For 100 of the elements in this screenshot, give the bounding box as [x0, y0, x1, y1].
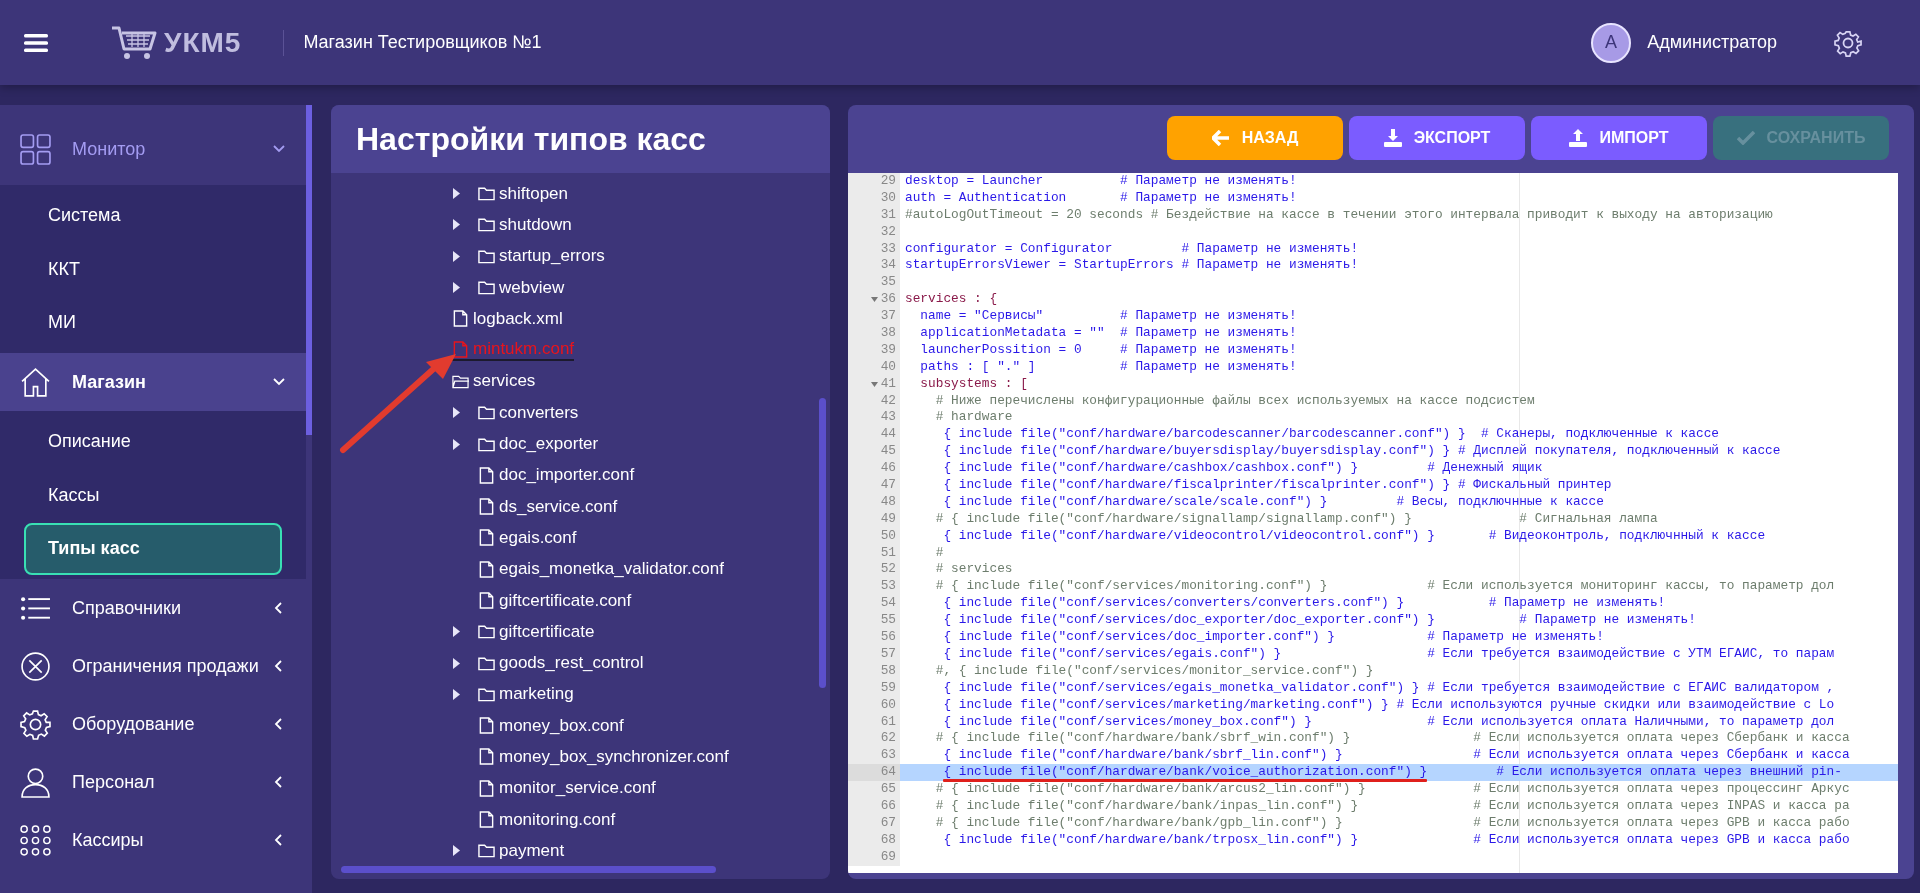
nav-subitem[interactable]: Описание: [24, 415, 282, 468]
code-line: name = "Сервисы" # Параметр не изменять!: [919, 308, 1297, 324]
nav-item[interactable]: Персонал: [0, 753, 306, 811]
expand-arrow-icon[interactable]: [452, 656, 461, 670]
folder-item[interactable]: marketing: [478, 684, 574, 705]
scrollbar-thumb[interactable]: [341, 866, 716, 873]
expand-arrow-icon[interactable]: [452, 218, 461, 232]
file-item[interactable]: monitoring.conf: [478, 809, 616, 830]
file-item[interactable]: ds_service.conf: [478, 496, 618, 517]
file-item[interactable]: egais_monetka_validator.conf: [478, 559, 724, 580]
expand-arrow-icon[interactable]: [452, 406, 461, 420]
panel-title: Настройки типов касс: [331, 105, 830, 173]
nav-item[interactable]: Магазин: [0, 353, 306, 411]
line-number: 67: [880, 814, 896, 832]
line-number: 41: [880, 375, 896, 393]
file-item[interactable]: giftcertificate.conf: [478, 590, 632, 611]
line-number: 58: [880, 662, 896, 680]
dot-grid-icon: [20, 824, 51, 856]
folder-item[interactable]: webview: [478, 277, 565, 298]
nav-item[interactable]: Ограничения продажи: [0, 637, 306, 695]
folder-item[interactable]: shutdown: [478, 214, 572, 235]
house-icon: [20, 366, 51, 398]
line-number: 44: [880, 426, 896, 444]
folder-icon: [478, 842, 495, 860]
file-item[interactable]: money_box_synchronizer.conf: [478, 747, 729, 767]
nav-item[interactable]: Кассиры: [0, 811, 306, 869]
expand-arrow-icon[interactable]: [452, 437, 461, 451]
folder-item[interactable]: services: [452, 371, 536, 392]
code-line: # services: [934, 561, 1013, 577]
person-icon: [20, 766, 51, 798]
line-number: 29: [880, 173, 896, 190]
folder-item[interactable]: payment: [478, 840, 565, 861]
code-line: # { include file("conf/hardware/bank/sbrf_win.conf") } # Если используется оплата через Сбербанк и касса: [934, 730, 1850, 746]
line-number: 54: [880, 595, 896, 613]
expand-arrow-icon[interactable]: [452, 281, 461, 295]
code-line: configurator = Configurator # Параметр не изменять!: [905, 240, 1359, 256]
file-item[interactable]: egais.conf: [478, 527, 577, 548]
code-line: { include file("conf/services/egais_monetka_validator.conf") } # Если требуется взаимодействие с ЕГАИС валидатором ,: [942, 679, 1835, 695]
nav-item[interactable]: Оборудование: [0, 695, 306, 753]
nav-subitem[interactable]: Типы касс: [24, 522, 282, 575]
expand-arrow-icon[interactable]: [452, 249, 461, 263]
line-number: 69: [880, 848, 896, 866]
line-number: 31: [880, 206, 896, 224]
line-number: 55: [880, 612, 896, 630]
file-icon: [452, 340, 469, 358]
file-icon: [478, 466, 495, 484]
file-item[interactable]: monitor_service.conf: [478, 778, 656, 799]
expand-arrow-icon[interactable]: [452, 687, 461, 701]
folder-item[interactable]: converters: [478, 402, 579, 423]
expand-arrow-icon[interactable]: [452, 844, 461, 858]
line-number: 62: [880, 730, 896, 748]
settings-icon[interactable]: [1834, 28, 1862, 57]
code-line: { include file("conf/hardware/fiscalprinter/fiscalprinter.conf") } # Фискальный принтер: [942, 477, 1612, 493]
user-name[interactable]: Администратор: [1647, 32, 1777, 53]
line-number: 53: [880, 578, 896, 596]
import-button[interactable]: ИМПОРТ: [1531, 116, 1707, 160]
expand-arrow-icon[interactable]: [452, 625, 461, 639]
file-item[interactable]: logback.xml: [452, 308, 563, 329]
scrollbar-thumb[interactable]: [306, 105, 312, 435]
line-number: 42: [880, 392, 896, 410]
folder-item[interactable]: giftcertificate: [478, 621, 595, 642]
code-line: { include file("conf/hardware/bank/sbrf_lin.conf") } # Если используется оплата через Сбербанк и касса: [942, 747, 1850, 763]
folder-item[interactable]: goods_rest_control: [478, 653, 644, 674]
file-item[interactable]: doc_importer.conf: [478, 465, 635, 486]
code-line: # hardware: [934, 409, 1013, 425]
line-number: 38: [880, 325, 896, 342]
menu-icon[interactable]: [24, 32, 48, 53]
export-button[interactable]: ЭКСПОРТ: [1349, 116, 1525, 160]
nav-item[interactable]: Монитор: [0, 113, 306, 185]
line-number: 59: [880, 679, 896, 697]
line-number: 60: [880, 696, 896, 714]
fold-arrow-icon[interactable]: [870, 297, 878, 303]
fold-arrow-icon[interactable]: [870, 381, 878, 387]
code-line: paths : [ "." ] # Параметр не изменять!: [919, 358, 1297, 374]
file-icon: [478, 717, 495, 735]
nav-subitem[interactable]: Система: [24, 189, 282, 242]
line-number: 52: [880, 561, 896, 579]
grid-icon: [20, 133, 51, 165]
nav-subitem[interactable]: Кассы: [24, 469, 282, 521]
code-line: launcherPossition = 0 # Параметр не изменять!: [919, 341, 1297, 357]
scrollbar-thumb[interactable]: [819, 398, 826, 688]
code-line: #autoLogOutTimeout = 20 seconds # Бездействие на кассе в течении этого интервала приводит к выходу на авторизацию: [905, 206, 1773, 222]
line-number: 50: [880, 527, 896, 545]
line-number: 39: [880, 341, 896, 359]
nav-subitem[interactable]: МИ: [24, 296, 282, 349]
folder-item[interactable]: doc_exporter: [478, 434, 599, 454]
file-icon: [478, 592, 495, 609]
folder-icon: [478, 404, 495, 422]
line-number: 66: [880, 797, 896, 815]
code-line: services : {: [905, 291, 998, 307]
folder-item[interactable]: shiftopen: [478, 183, 568, 204]
user-avatar[interactable]: A: [1591, 22, 1632, 63]
nav-subitem[interactable]: ККТ: [24, 243, 282, 295]
nav-item[interactable]: Справочники: [0, 579, 306, 637]
folder-icon: [478, 279, 495, 297]
file-item[interactable]: money_box.conf: [478, 715, 624, 736]
line-number: 33: [880, 240, 896, 258]
line-number: 35: [880, 274, 896, 292]
folder-item[interactable]: startup_errors: [478, 246, 605, 267]
expand-arrow-icon[interactable]: [452, 187, 461, 201]
